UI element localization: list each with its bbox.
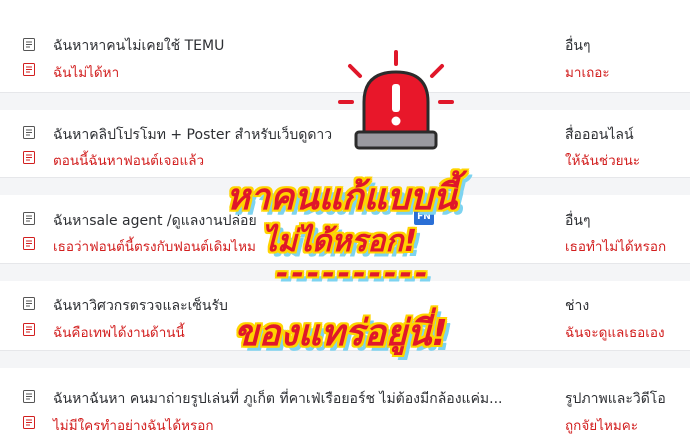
item-subtitle: ฉันไม่ได้หา [53,65,120,81]
overlay-line-1: หาคนแก้แบบนี้ [226,177,458,218]
document-icon [23,390,35,403]
item-category-note: ฉันจะดูแลเธอเอง [565,325,665,341]
item-category: รูปภาพและวิดีโอ [565,391,666,407]
document-icon [23,63,35,76]
item-title[interactable]: ฉันหาหาคนไม่เคยใช้ TEMU [53,35,224,57]
overlay-line-4: ของแทร่อยู่นี่! [234,313,448,354]
item-category: อื่นๆ [565,38,591,54]
overlay-dash-line: ---------- [276,256,431,291]
item-category-note: มาเถอะ [565,65,610,81]
document-icon [23,323,35,336]
document-icon [23,237,35,250]
item-category: ช่าง [565,298,590,314]
item-category-note: เธอทำไม่ได้หรอก [565,239,667,255]
item-category: สื่อออนไลน์ [565,127,634,143]
item-title[interactable]: ฉันหาวิศวกรตรวจและเซ็นรับ [53,295,228,317]
item-subtitle: เธอว่าฟอนต์นี้ตรงกับฟอนต์เดิมไหม [53,239,256,255]
item-subtitle: ไม่มีใครทำอย่างฉันได้หรอก [53,418,214,434]
siren-icon [336,50,456,162]
list-item[interactable]: ฉันหาฉันหา คนมาถ่ายรูปเล่นที่ ภูเก็ต ที่… [0,368,690,438]
item-category-note: ให้ฉันช่วยนะ [565,153,641,169]
item-title[interactable]: ฉันหาฉันหา คนมาถ่ายรูปเล่นที่ ภูเก็ต ที่… [53,388,503,410]
item-category-note: ถูกจัยไหมคะ [565,418,639,434]
document-icon [23,212,35,225]
document-icon [23,126,35,139]
item-title[interactable]: ฉันหาคลิปโปรโมท + Poster สำหรับเว็บดูดาว [53,124,332,146]
document-icon [23,151,35,164]
document-icon [23,297,35,310]
item-subtitle: ตอนนี้ฉันหาฟอนต์เจอแล้ว [53,153,205,169]
document-icon [23,416,35,429]
item-subtitle: ฉันคือเทพได้งานด้านนี้ [53,325,185,341]
document-icon [23,38,35,51]
item-category: อื่นๆ [565,213,591,229]
